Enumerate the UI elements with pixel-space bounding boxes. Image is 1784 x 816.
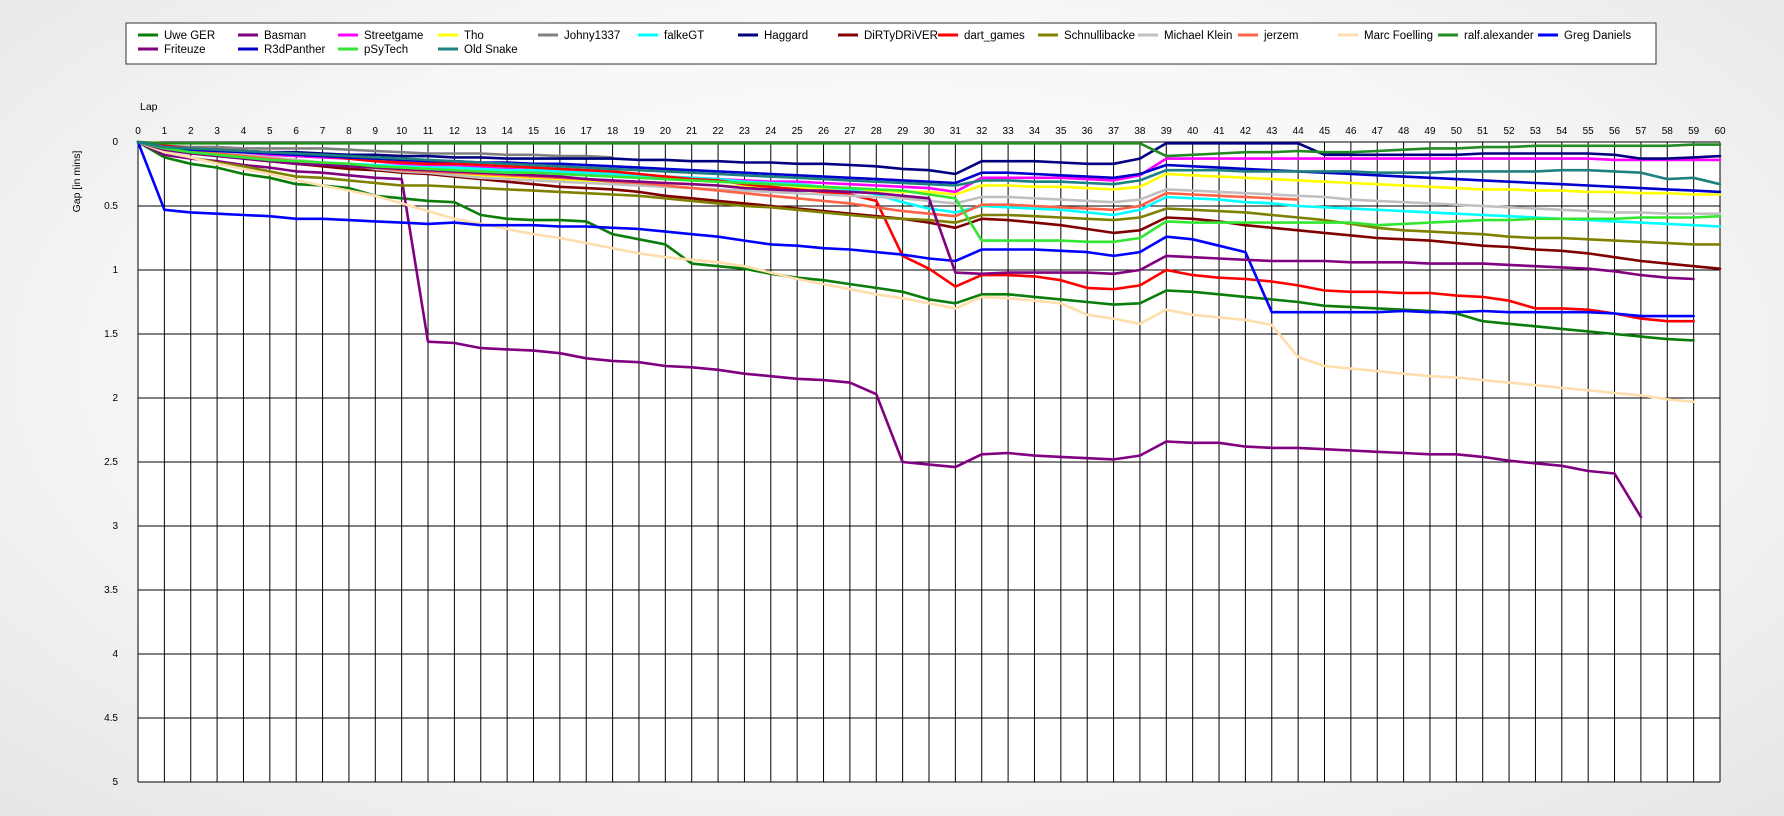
- x-tick-label: 29: [897, 126, 909, 137]
- legend-label-michael-klein: Michael Klein: [1164, 30, 1232, 42]
- legend-label-dart-games: dart_games: [964, 30, 1025, 42]
- x-tick-label: 19: [633, 126, 645, 137]
- legend-label-falkegt: falkeGT: [664, 30, 704, 42]
- x-tick-label: 60: [1714, 126, 1726, 137]
- x-tick-label: 49: [1424, 126, 1436, 137]
- x-tick-label: 1: [162, 126, 168, 137]
- legend-label-haggard: Haggard: [764, 30, 808, 42]
- legend: Uwe GER Basman Streetgame Tho Johny1337 falke…: [125, 22, 1657, 65]
- x-tick-label: 39: [1161, 126, 1173, 137]
- x-tick-label: 33: [1003, 126, 1015, 137]
- x-tick-label: 45: [1319, 126, 1331, 137]
- plot-area: 0 1 2 3 4 5 6 7 8 9 10 11 12 13 14 15 16 17 18 19 20 21 22 23 24…: [71, 101, 1726, 788]
- x-tick-label: 53: [1530, 126, 1542, 137]
- x-tick-label: 55: [1583, 126, 1595, 137]
- x-tick-label: 22: [713, 126, 725, 137]
- x-tick-label: 20: [660, 126, 672, 137]
- x-tick-label: 46: [1345, 126, 1357, 137]
- legend-label-johny1337: Johny1337: [564, 30, 620, 42]
- x-tick-label: 2: [188, 126, 194, 137]
- x-tick-label: 51: [1477, 126, 1489, 137]
- x-tick-label: 47: [1372, 126, 1384, 137]
- x-tick-label: 11: [423, 126, 434, 137]
- x-tick-label: 6: [293, 126, 299, 137]
- x-tick-label: 52: [1504, 126, 1516, 137]
- y-tick-label: 3.5: [104, 585, 118, 596]
- x-tick-label: 5: [267, 126, 273, 137]
- y-tick-label: 4.5: [104, 713, 118, 724]
- legend-label-old-snake: Old Snake: [464, 44, 518, 56]
- x-tick-label: 23: [739, 126, 751, 137]
- x-axis-title: Lap: [140, 101, 158, 113]
- x-tick-label: 36: [1082, 126, 1094, 137]
- x-tick-label: 50: [1451, 126, 1463, 137]
- x-tick-label: 21: [686, 126, 698, 137]
- x-tick-label: 14: [502, 126, 514, 137]
- legend-label-dirtydriver: DiRTyDRiVER: [864, 30, 938, 42]
- x-tick-label: 26: [818, 126, 830, 137]
- legend-label-schnullibacke: Schnullibacke: [1064, 30, 1135, 42]
- legend-label-jerzem: jerzem: [1263, 30, 1299, 42]
- x-tick-label: 38: [1134, 126, 1146, 137]
- x-tick-label: 7: [320, 126, 326, 137]
- y-tick-label: 1: [112, 265, 118, 276]
- x-tick-label: 34: [1029, 126, 1041, 137]
- x-tick-label: 0: [135, 126, 141, 137]
- x-tick-label: 12: [449, 126, 461, 137]
- x-tick-label: 44: [1293, 126, 1305, 137]
- legend-label-friteuze: Friteuze: [164, 44, 206, 56]
- x-tick-label: 8: [346, 126, 352, 137]
- y-tick-label: 0.5: [104, 201, 118, 212]
- x-tick-label: 30: [923, 126, 935, 137]
- x-tick-label: 27: [844, 126, 856, 137]
- y-tick-label: 2: [112, 393, 118, 404]
- x-tick-label: 56: [1609, 126, 1621, 137]
- legend-label-ralf-alexander: ralf.alexander: [1464, 30, 1534, 42]
- y-tick-label: 3: [112, 521, 118, 532]
- x-tick-label: 43: [1266, 126, 1278, 137]
- x-tick-label: 17: [581, 126, 593, 137]
- legend-label-marc-foelling: Marc Foelling: [1364, 30, 1433, 42]
- legend-label-basman: Basman: [264, 30, 306, 42]
- x-tick-label: 15: [528, 126, 540, 137]
- x-tick-label: 35: [1055, 126, 1067, 137]
- x-tick-label: 59: [1688, 126, 1700, 137]
- legend-label-streetgame: Streetgame: [364, 30, 423, 42]
- x-tick-label: 25: [792, 126, 804, 137]
- x-tick-label: 42: [1240, 126, 1252, 137]
- y-tick-label: 5: [112, 777, 118, 788]
- legend-label-psytech: pSyTech: [364, 44, 408, 56]
- y-tick-label: 1.5: [104, 329, 118, 340]
- x-tick-label: 32: [976, 126, 988, 137]
- x-tick-label: 13: [475, 126, 487, 137]
- legend-label-greg-daniels: Greg Daniels: [1564, 30, 1631, 42]
- x-tick-label: 18: [607, 126, 619, 137]
- x-tick-label: 58: [1662, 126, 1674, 137]
- x-tick-label: 9: [373, 126, 379, 137]
- legend-label-tho: Tho: [464, 30, 484, 42]
- x-tick-label: 10: [396, 126, 408, 137]
- x-tick-label: 37: [1108, 126, 1120, 137]
- x-tick-label: 28: [871, 126, 883, 137]
- legend-label-r3dpanther: R3dPanther: [264, 44, 326, 56]
- legend-label-uwe-ger: Uwe GER: [164, 30, 215, 42]
- x-tick-label: 31: [950, 126, 962, 137]
- y-tick-label: 0: [112, 137, 118, 148]
- x-tick-label: 41: [1213, 126, 1225, 137]
- x-tick-label: 54: [1556, 126, 1568, 137]
- x-tick-label: 57: [1635, 126, 1647, 137]
- x-tick-label: 16: [554, 126, 566, 137]
- x-tick-label: 40: [1187, 126, 1199, 137]
- lap-gap-chart: Uwe GER Basman Streetgame Tho Johny1337 falke…: [71, 22, 1726, 788]
- x-tick-label: 48: [1398, 126, 1410, 137]
- x-tick-label: 3: [214, 126, 220, 137]
- x-tick-label: 24: [765, 126, 777, 137]
- y-axis-title: Gap [in mins]: [71, 150, 83, 212]
- y-tick-label: 2.5: [104, 457, 118, 468]
- y-tick-label: 4: [112, 649, 118, 660]
- x-tick-label: 4: [241, 126, 247, 137]
